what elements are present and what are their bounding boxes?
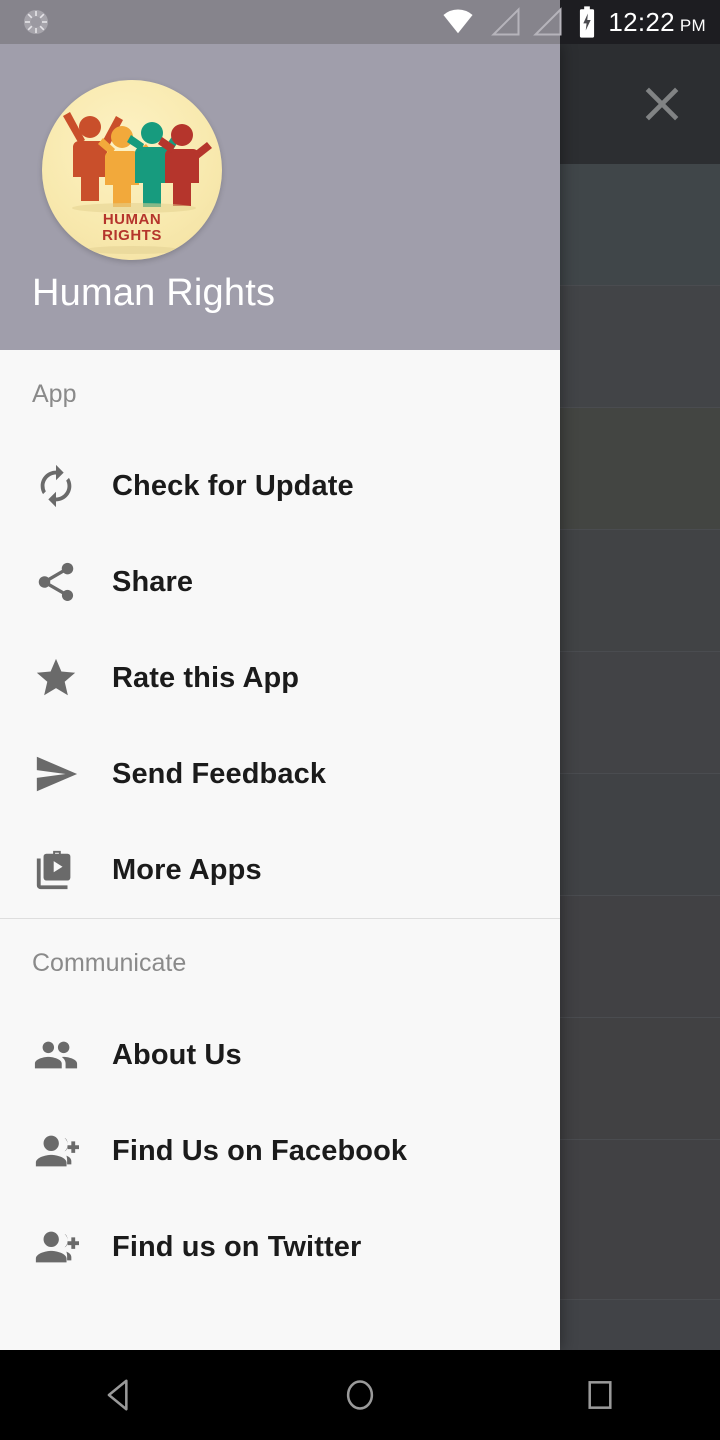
- menu-item-label: About Us: [112, 1038, 242, 1071]
- status-bar-icons: 12:22 PM: [440, 0, 720, 44]
- share-icon: [0, 559, 112, 605]
- drawer-app-title: Human Rights: [32, 272, 276, 314]
- human-rights-logo: HUMAN RIGHTS: [42, 80, 222, 260]
- status-bar-clock: 12:22 PM: [608, 7, 720, 38]
- sync-refresh-icon: [0, 463, 112, 509]
- menu-item-more-apps[interactable]: More Apps: [0, 822, 560, 918]
- android-navigation-bar: [0, 1350, 720, 1440]
- menu-item-about-us[interactable]: About Us: [0, 1007, 560, 1103]
- back-triangle-icon[interactable]: [50, 1350, 190, 1440]
- menu-item-label: Share: [112, 565, 194, 598]
- sync-spinner-icon: [20, 6, 52, 38]
- status-bar: 12:22 PM: [0, 0, 720, 44]
- home-circle-icon[interactable]: [290, 1350, 430, 1440]
- menu-item-label: Check for Update: [112, 469, 354, 502]
- wifi-icon: [440, 7, 476, 37]
- person-add-group-icon: [0, 1128, 112, 1174]
- menu-item-rate-this-app[interactable]: Rate this App: [0, 630, 560, 726]
- phone-screen: of Diverse d ies s Agencies tes TS: [0, 0, 720, 1440]
- menu-item-label: More Apps: [112, 853, 262, 886]
- menu-section-label-app: App: [32, 379, 77, 408]
- menu-section-label-communicate: Communicate: [32, 948, 187, 977]
- clock-ampm: PM: [679, 15, 706, 35]
- navigation-drawer: HUMAN RIGHTS Human Rights App Check for …: [0, 44, 560, 1350]
- menu-item-find-us-on-twitter[interactable]: Find us on Twitter: [0, 1199, 560, 1295]
- menu-item-share[interactable]: Share: [0, 534, 560, 630]
- menu-item-label: Rate this App: [112, 661, 300, 694]
- drawer-header: HUMAN RIGHTS Human Rights: [0, 44, 560, 350]
- signal-empty-icon: [532, 7, 564, 37]
- drawer-menu: App Check for Update Share Rate this App…: [0, 350, 560, 1295]
- menu-item-label: Find us on Twitter: [112, 1230, 362, 1263]
- svg-text:HUMAN: HUMAN: [103, 211, 161, 228]
- star-icon: [0, 655, 112, 701]
- send-paper-plane-icon: [0, 751, 112, 797]
- menu-item-label: Find Us on Facebook: [112, 1134, 408, 1167]
- battery-charging-icon: [574, 5, 600, 39]
- recents-square-icon[interactable]: [530, 1350, 670, 1440]
- menu-item-check-for-update[interactable]: Check for Update: [0, 438, 560, 534]
- menu-item-find-us-on-facebook[interactable]: Find Us on Facebook: [0, 1103, 560, 1199]
- signal-empty-icon: [490, 7, 522, 37]
- menu-item-label: Send Feedback: [112, 757, 327, 790]
- clock-time: 12:22: [608, 6, 675, 37]
- people-icon: [0, 1032, 112, 1078]
- person-add-group-icon: [0, 1224, 112, 1270]
- apps-briefcase-play-icon: [0, 847, 112, 893]
- menu-item-send-feedback[interactable]: Send Feedback: [0, 726, 560, 822]
- svg-text:RIGHTS: RIGHTS: [102, 227, 162, 244]
